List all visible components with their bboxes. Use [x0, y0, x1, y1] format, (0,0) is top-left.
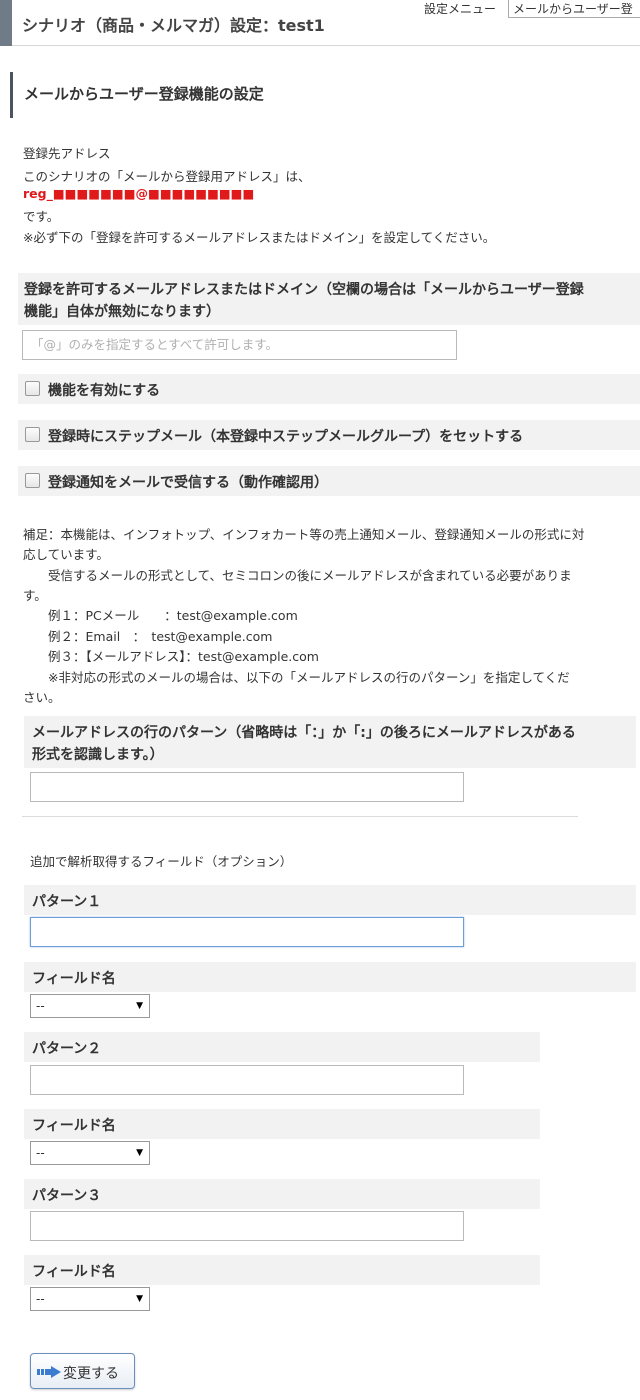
- registration-address-description: このシナリオの「メールから登録用アドレス」は、: [23, 169, 311, 184]
- pattern-3-input[interactable]: [30, 1211, 464, 1241]
- set-step-mail-label[interactable]: 登録時にステップメール（本登録中ステップメールグループ）をセットする: [48, 426, 523, 446]
- field-name-1-label-block: フィールド名: [24, 962, 636, 992]
- field-name-2-value: --: [36, 1146, 45, 1160]
- header-accent-bar: [0, 0, 12, 46]
- enable-feature-checkbox[interactable]: [25, 381, 40, 396]
- allowed-domain-label-line2: 機能」自体が無効になります）: [24, 304, 220, 320]
- field-name-1-value: --: [36, 999, 45, 1013]
- note-line: す。: [23, 588, 47, 603]
- pattern-2-label: パターン２: [32, 1041, 102, 1057]
- set-step-mail-row[interactable]: 登録時にステップメール（本登録中ステップメールグループ）をセットする: [18, 420, 640, 450]
- note-line: さい。: [23, 690, 61, 705]
- dropdown-arrow-icon: ▼: [136, 1148, 143, 1158]
- submit-button[interactable]: 変更する: [30, 1353, 135, 1389]
- note-line: 応しています。: [23, 547, 109, 562]
- pattern-1-label-block: パターン１: [24, 885, 636, 915]
- section-divider: [22, 816, 578, 817]
- notify-by-mail-checkbox[interactable]: [25, 473, 40, 488]
- field-name-3-value: --: [36, 1292, 45, 1306]
- field-name-1-label: フィールド名: [32, 971, 116, 987]
- submit-button-label: 変更する: [63, 1366, 119, 1382]
- blue-arrow-icon: [37, 1366, 61, 1378]
- dropdown-arrow-icon: ▼: [136, 1001, 143, 1011]
- registration-address-heading: 登録先アドレス: [23, 146, 111, 161]
- allowed-domain-input[interactable]: 「@」のみを指定するとすべて許可します。: [22, 330, 457, 360]
- field-name-3-select[interactable]: -- ▼: [30, 1287, 150, 1311]
- page-title: シナリオ（商品・メルマガ）設定：test1: [22, 16, 325, 35]
- notify-by-mail-label[interactable]: 登録通知をメールで受信する（動作確認用）: [48, 472, 328, 492]
- enable-feature-row[interactable]: 機能を有効にする: [18, 374, 640, 404]
- pattern-3-label-block: パターン３: [24, 1179, 540, 1209]
- pattern-2-input[interactable]: [30, 1065, 464, 1095]
- allowed-domain-label-line1: 登録を許可するメールアドレスまたはドメイン（空欄の場合は「メールからユーザー登録: [24, 282, 584, 298]
- line-pattern-label-line2: 形式を認識します。）: [32, 747, 164, 763]
- note-example-1: 例１：PCメール ：test@example.com: [23, 608, 298, 623]
- allowed-domain-label-block: 登録を許可するメールアドレスまたはドメイン（空欄の場合は「メールからユーザー登録…: [18, 273, 640, 325]
- pattern-2-label-block: パターン２: [24, 1032, 540, 1062]
- field-name-2-label-block: フィールド名: [24, 1109, 540, 1139]
- registration-address-warning: ※必ず下の「登録を許可するメールアドレスまたはドメイン」を設定してください。: [23, 230, 496, 245]
- section-title: メールからユーザー登録機能の設定: [10, 72, 264, 118]
- settings-menu-label: 設定メニュー: [424, 2, 497, 16]
- note-line: 補足：本機能は、インフォトップ、インフォカート等の売上通知メール、登録通知メール…: [23, 527, 585, 542]
- enable-feature-label[interactable]: 機能を有効にする: [48, 380, 160, 400]
- registration-address-suffix: です。: [23, 209, 60, 224]
- pattern-1-label: パターン１: [32, 894, 102, 910]
- settings-menu-select[interactable]: メールからユーザー登: [508, 0, 640, 18]
- field-name-3-label: フィールド名: [32, 1264, 116, 1280]
- line-pattern-input[interactable]: [30, 772, 464, 802]
- note-line: 受信するメールの形式として、セミコロンの後にメールアドレスが含まれている必要があ…: [23, 568, 572, 583]
- note-example-2: 例２：Email ： test@example.com: [23, 629, 273, 644]
- dropdown-arrow-icon: ▼: [136, 1294, 143, 1304]
- set-step-mail-checkbox[interactable]: [25, 427, 40, 442]
- line-pattern-label-block: メールアドレスの行のパターン（省略時は「：」か「:」の後ろにメールアドレスがある…: [24, 716, 636, 768]
- note-line: ※非対応の形式のメールの場合は、以下の「メールアドレスの行のパターン」を指定して…: [23, 670, 570, 685]
- note-example-3: 例３：【メールアドレス】：test@example.com: [23, 649, 319, 664]
- field-name-2-label: フィールド名: [32, 1118, 116, 1134]
- line-pattern-label-line1: メールアドレスの行のパターン（省略時は「：」か「:」の後ろにメールアドレスがある: [32, 725, 576, 741]
- notify-by-mail-row[interactable]: 登録通知をメールで受信する（動作確認用）: [18, 466, 640, 496]
- pattern-3-label: パターン３: [32, 1188, 102, 1204]
- registration-address: reg_■■■■■■■@■■■■■■■■■: [23, 186, 255, 201]
- pattern-1-input[interactable]: [30, 917, 464, 947]
- field-name-1-select[interactable]: -- ▼: [30, 994, 150, 1018]
- field-name-2-select[interactable]: -- ▼: [30, 1141, 150, 1165]
- extra-fields-heading: 追加で解析取得するフィールド（オプション）: [30, 854, 293, 869]
- field-name-3-label-block: フィールド名: [24, 1255, 540, 1285]
